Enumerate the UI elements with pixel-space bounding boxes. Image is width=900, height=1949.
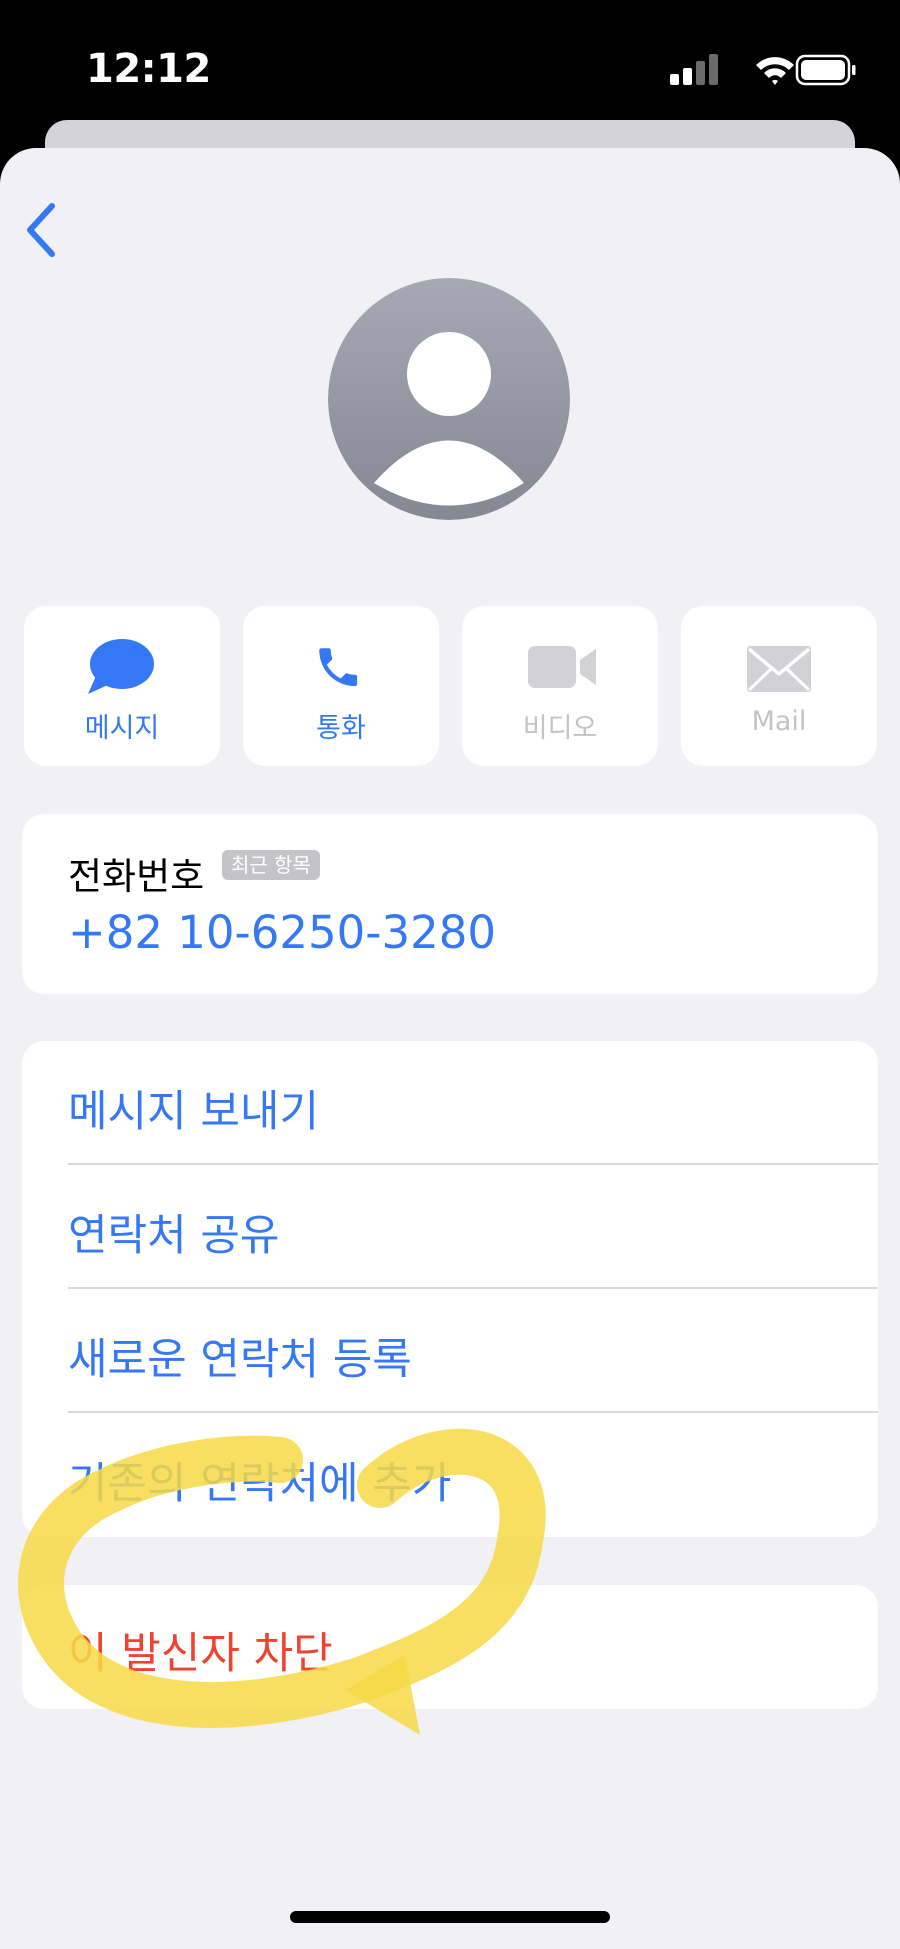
create-new-contact-row[interactable]: 새로운 연락처 등록	[22, 1289, 878, 1413]
video-action-label: 비디오	[522, 713, 598, 744]
wifi-icon	[756, 57, 794, 85]
phone-number-link[interactable]: +82 10-6250-3280	[68, 906, 496, 959]
home-indicator	[290, 1911, 610, 1923]
person-placeholder-icon	[328, 278, 570, 520]
message-bubble-icon	[88, 639, 154, 694]
contact-sheet: 메시지 통화 비디오 Mail 전화번호 최근 항목 +82 10-6250-3…	[0, 148, 900, 1949]
send-message-label: 메시지 보내기	[68, 1087, 320, 1137]
create-new-contact-label: 새로운 연락처 등록	[68, 1335, 412, 1385]
contact-options-card: 메시지 보내기 연락처 공유 새로운 연락처 등록 기존의 연락처에 추가	[22, 1041, 878, 1537]
share-contact-row[interactable]: 연락처 공유	[22, 1165, 878, 1289]
phone-number-card[interactable]: 전화번호 최근 항목 +82 10-6250-3280	[22, 814, 878, 994]
status-bar: 12:12	[0, 0, 900, 130]
recent-badge: 최근 항목	[222, 850, 320, 880]
video-camera-icon	[528, 646, 596, 688]
message-action-label: 메시지	[84, 713, 160, 744]
video-action-button[interactable]: 비디오	[462, 606, 658, 766]
status-icons	[670, 54, 856, 86]
block-caller-label: 이 발신자 차단	[68, 1629, 333, 1679]
envelope-icon	[747, 646, 811, 692]
mail-action-button[interactable]: Mail	[681, 606, 877, 766]
add-to-existing-contact-label: 기존의 연락처에 추가	[68, 1459, 452, 1509]
share-contact-label: 연락처 공유	[68, 1211, 280, 1261]
avatar	[328, 278, 570, 520]
back-chevron-icon[interactable]	[22, 200, 62, 260]
call-action-button[interactable]: 통화	[243, 606, 439, 766]
block-caller-card[interactable]: 이 발신자 차단	[22, 1585, 878, 1709]
call-action-label: 통화	[316, 713, 366, 744]
mail-action-label: Mail	[751, 706, 807, 737]
send-message-row[interactable]: 메시지 보내기	[22, 1041, 878, 1165]
phone-icon	[319, 648, 358, 687]
status-time: 12:12	[86, 46, 211, 92]
add-to-existing-contact-row[interactable]: 기존의 연락처에 추가	[22, 1413, 878, 1537]
battery-icon	[795, 54, 856, 86]
cellular-signal-icon	[670, 54, 718, 85]
message-action-button[interactable]: 메시지	[24, 606, 220, 766]
phone-field-label: 전화번호	[68, 855, 205, 898]
